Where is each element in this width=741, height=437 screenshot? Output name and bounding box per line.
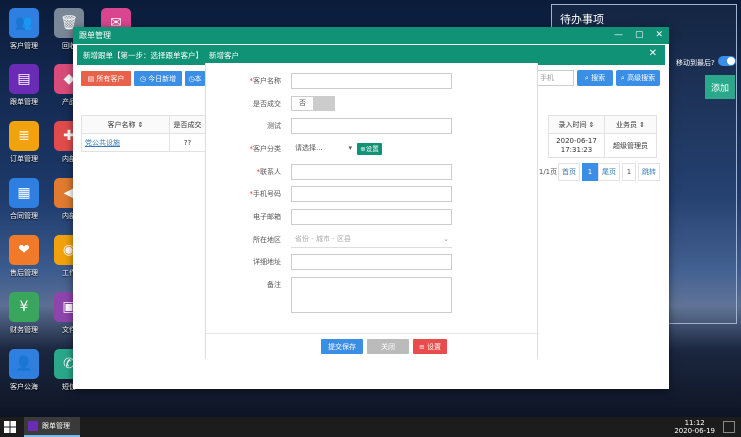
col-deal[interactable]: 是否成交 [169,115,206,134]
new-customer-dialog: *客户名称 是否成交 否 测试 *客户分类 请选择... ▾ ⊕设置 *联系人 … [205,63,539,359]
notification-icon[interactable] [723,421,735,433]
user-icon: 👤 [9,349,39,379]
taskbar: 跟单管理 11:12 2020-06-19 [0,417,741,437]
table-row[interactable]: 2020-06-17 17:31:23 超级管理员 [548,133,657,158]
first-page-button[interactable]: 首页 [558,163,580,181]
finance-icon: ¥ [9,292,39,322]
page-count: 1/1页 [538,163,558,181]
deal-cell: ?? [169,133,206,152]
followup-icon: ▤ [9,64,39,94]
caret-down-icon: ▾ [348,144,352,152]
taskbar-app-followup[interactable]: 跟单管理 [24,417,80,437]
auto-remind-toggle[interactable] [718,56,736,66]
customer-table: 客户名称 ⇕ 是否成交 党公共设施 ?? [81,115,206,152]
address-input[interactable] [291,254,452,270]
page-input[interactable]: 1 [622,163,636,181]
category-settings-button[interactable]: ⊕设置 [357,143,382,155]
field-address: 详细地址 [206,254,539,270]
new-followup-title: 新增跟单【第一步：选择跟单客户】 [83,50,203,60]
category-select[interactable]: 请选择... ▾ [291,141,355,156]
all-customers-button[interactable]: ▤ 所有客户 [81,71,131,86]
advanced-search-button[interactable]: ⌕ 高级搜索 [616,70,660,86]
submit-save-button[interactable]: 提交保存 [321,339,363,354]
entry-time-cell: 2020-06-17 17:31:23 [548,133,605,158]
desktop-icon-customer-mgmt[interactable]: 👥 客户管理 [1,8,47,51]
deal-toggle-no: 否 [292,97,313,110]
followup-window-titlebar[interactable]: 跟单管理 [73,27,669,44]
field-deal: 是否成交 否 [206,96,539,112]
salesperson-cell: 超级管理员 [604,133,657,158]
field-customer-name: *客户名称 [206,73,539,89]
desktop-icon-aftersales-mgmt[interactable]: ❤ 售后管理 [1,235,47,278]
field-contact: *联系人 [206,164,539,180]
settings-button[interactable]: ≡ 设置 [413,339,447,354]
desktop-icon-contract-mgmt[interactable]: ▦ 合同管理 [1,178,47,221]
customer-table-right: 录入时间 ⇕ 业务员 ⇕ 2020-06-17 17:31:23 超级管理员 [548,115,657,158]
dialog-title: 新增客户 [209,50,239,60]
deal-toggle[interactable]: 否 [291,96,335,111]
order-icon: ≣ [9,121,39,151]
dialog-close-icon[interactable]: ✕ [649,48,657,59]
list-icon: ▤ [87,74,97,83]
phone-input[interactable] [291,186,452,202]
customer-icon: 👥 [9,8,39,38]
contract-icon: ▦ [9,178,39,208]
remarks-textarea[interactable] [291,277,452,313]
email-input[interactable] [291,209,452,225]
today-new-button[interactable]: ◷ 今日新增 [134,71,182,86]
field-category: *客户分类 请选择... ▾ ⊕设置 [206,141,539,157]
window-controls: — ▢ ✕ [614,30,663,40]
field-email: 电子邮箱 [206,209,539,225]
field-test: 测试 [206,118,539,134]
table-header-right: 录入时间 ⇕ 业务员 ⇕ [548,115,657,134]
minimize-icon[interactable]: — [614,30,623,40]
table-header: 客户名称 ⇕ 是否成交 [81,115,206,134]
todo-add-button[interactable]: 添加 [705,75,735,99]
col-customer-name[interactable]: 客户名称 ⇕ [81,115,170,134]
test-input[interactable] [291,118,452,134]
col-entry-time[interactable]: 录入时间 ⇕ [548,115,605,134]
desktop-icon-customer-pool[interactable]: 👤 客户公海 [1,349,47,392]
deal-toggle-knob [313,97,334,110]
chevron-down-icon: ⌄ [443,235,449,243]
contact-input[interactable] [291,164,452,180]
customer-link[interactable]: 党公共设施 [81,133,170,152]
desktop-icon-followup-mgmt[interactable]: ▤ 跟单管理 [1,64,47,107]
desktop-icon-finance-mgmt[interactable]: ¥ 财务管理 [1,292,47,335]
col-salesperson[interactable]: 业务员 ⇕ [604,115,657,134]
current-page[interactable]: 1 [582,163,598,181]
close-button[interactable]: 关闭 [367,339,409,354]
field-phone: *手机号码 [206,186,539,202]
desktop-icon-order-mgmt[interactable]: ≣ 订单管理 [1,121,47,164]
field-remarks: 备注 [206,277,539,313]
followup-icon-small [28,421,38,431]
go-page-button[interactable]: 跳转 [638,163,660,181]
search-input[interactable]: 手机 [536,70,574,86]
windows-start-icon[interactable] [4,421,16,433]
table-row[interactable]: 党公共设施 ?? [81,133,206,152]
followup-window-title: 跟单管理 [79,31,111,40]
search-button[interactable]: ⌕ 搜索 [577,70,613,86]
maximize-icon[interactable]: ▢ [635,30,644,40]
last-page-button[interactable]: 尾页 [598,163,620,181]
auto-remind-label: 移动到最后? [676,59,715,67]
period-button[interactable]: ◷ 本 [185,71,205,86]
field-region: 所在地区 省份 - 城市 - 区县 ⌄ [206,232,539,248]
region-select[interactable]: 省份 - 城市 - 区县 ⌄ [291,232,452,248]
heart-icon: ❤ [9,235,39,265]
new-followup-titlebar[interactable]: 新增跟单【第一步：选择跟单客户】 新增客户 ✕ [77,45,665,65]
close-icon[interactable]: ✕ [655,30,663,40]
taskbar-clock[interactable]: 11:12 2020-06-19 [674,419,715,435]
clock-icon: ◷ [139,74,149,83]
menu-icon: ≡ [418,342,428,351]
customer-name-input[interactable] [291,73,452,89]
